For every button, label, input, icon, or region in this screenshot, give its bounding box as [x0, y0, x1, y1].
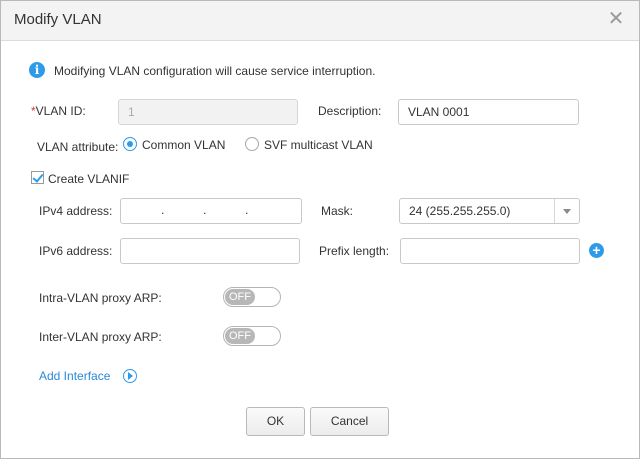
ipv4-separator: .	[245, 203, 249, 217]
close-icon[interactable]: ✕	[607, 9, 625, 29]
chevron-down-icon[interactable]	[554, 199, 579, 223]
description-input[interactable]: VLAN 0001	[398, 99, 579, 125]
info-icon: i	[29, 62, 45, 78]
modify-vlan-dialog: Modify VLAN ✕ i Modifying VLAN configura…	[0, 0, 640, 459]
vlan-id-label: *VLAN ID:	[31, 104, 86, 118]
description-label: Description:	[318, 104, 382, 118]
checkmark-icon	[32, 171, 44, 183]
inter-vlan-proxy-arp-toggle[interactable]: OFF	[223, 326, 281, 346]
ok-button[interactable]: OK	[246, 407, 305, 436]
ipv4-separator: .	[203, 203, 207, 217]
intra-vlan-proxy-arp-toggle[interactable]: OFF	[223, 287, 281, 307]
prefix-length-label: Prefix length:	[319, 244, 390, 258]
toggle-state: OFF	[225, 328, 255, 344]
intra-vlan-proxy-arp-label: Intra-VLAN proxy ARP:	[39, 291, 162, 305]
ipv6-address-label: IPv6 address:	[39, 244, 113, 258]
mask-select[interactable]: 24 (255.255.255.0)	[399, 198, 580, 224]
common-vlan-label[interactable]: Common VLAN	[142, 138, 225, 152]
expand-arrow-icon[interactable]	[123, 369, 137, 383]
vlan-id-field: 1	[118, 99, 298, 125]
create-vlanif-label[interactable]: Create VLANIF	[48, 172, 129, 186]
dialog-titlebar: Modify VLAN ✕	[1, 1, 639, 41]
toggle-state: OFF	[225, 289, 255, 305]
svf-multicast-vlan-radio[interactable]	[245, 137, 259, 151]
inter-vlan-proxy-arp-label: Inter-VLAN proxy ARP:	[39, 330, 162, 344]
common-vlan-radio[interactable]	[123, 137, 137, 151]
ipv6-address-input[interactable]	[120, 238, 300, 264]
mask-selected-value: 24 (255.255.255.0)	[409, 204, 511, 218]
vlan-id-label-text: VLAN ID:	[35, 104, 86, 118]
ipv4-address-input[interactable]: . . .	[120, 198, 302, 224]
add-interface-link[interactable]: Add Interface	[39, 369, 110, 383]
prefix-length-input[interactable]	[400, 238, 580, 264]
vlan-attribute-label: VLAN attribute:	[37, 140, 119, 154]
mask-label: Mask:	[321, 204, 354, 218]
cancel-button[interactable]: Cancel	[310, 407, 389, 436]
create-vlanif-checkbox[interactable]	[31, 171, 44, 184]
ipv4-separator: .	[161, 203, 165, 217]
dialog-title: Modify VLAN	[14, 11, 102, 28]
add-ipv6-address-icon[interactable]: +	[589, 243, 604, 258]
ipv4-address-label: IPv4 address:	[39, 204, 113, 218]
svf-multicast-vlan-label[interactable]: SVF multicast VLAN	[264, 138, 373, 152]
service-interruption-notice: Modifying VLAN configuration will cause …	[54, 64, 376, 78]
